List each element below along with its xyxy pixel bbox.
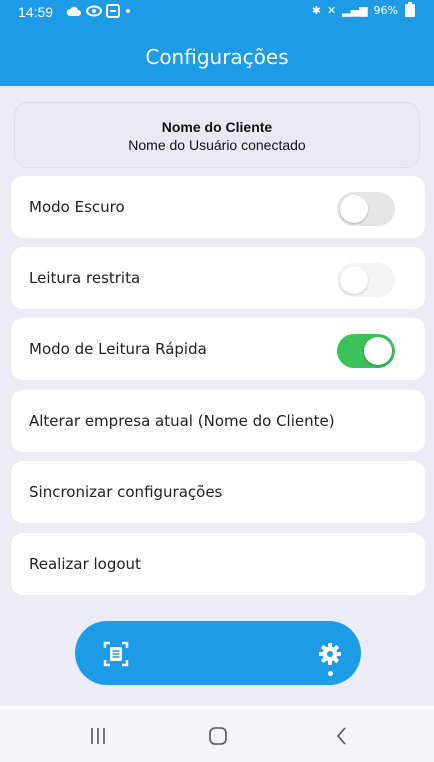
status-bar: 14:59 ✱ ✕ ▂▄▆ 96% xyxy=(0,0,434,28)
toggle-knob xyxy=(340,195,368,223)
cloud-icon xyxy=(66,6,81,16)
signal-icon: ▂▄▆ xyxy=(342,3,368,17)
bottom-nav xyxy=(75,621,361,685)
dark-mode-toggle[interactable] xyxy=(337,192,395,226)
divider xyxy=(0,706,434,709)
status-left-icons xyxy=(66,4,132,18)
scan-document-icon[interactable] xyxy=(103,641,129,667)
header: Configurações xyxy=(0,28,434,86)
recent-apps-icon[interactable] xyxy=(86,724,110,748)
eye-icon xyxy=(86,5,102,17)
active-indicator xyxy=(328,671,333,676)
setting-change-company[interactable]: Alterar empresa atual (Nome do Cliente) xyxy=(11,390,425,452)
toggle-knob xyxy=(364,337,392,365)
setting-dark-mode[interactable]: Modo Escuro xyxy=(11,176,425,238)
setting-label: Sincronizar configurações xyxy=(29,483,223,501)
client-name: Nome do Cliente xyxy=(161,119,273,135)
dot-icon xyxy=(126,9,130,13)
setting-quick-reading[interactable]: Modo de Leitura Rápida xyxy=(11,318,425,380)
bluetooth-icon: ✱ xyxy=(311,3,321,17)
cast-icon xyxy=(106,4,120,18)
battery-icon xyxy=(405,2,415,17)
setting-logout[interactable]: Realizar logout xyxy=(11,533,425,595)
setting-restricted-reading[interactable]: Leitura restrita xyxy=(11,247,425,309)
setting-sync[interactable]: Sincronizar configurações xyxy=(11,461,425,523)
home-icon[interactable] xyxy=(206,724,230,748)
back-icon[interactable] xyxy=(330,724,354,748)
status-time: 14:59 xyxy=(18,4,54,20)
user-name: Nome do Usuário conectado xyxy=(128,137,306,153)
setting-label: Alterar empresa atual (Nome do Cliente) xyxy=(29,412,335,430)
gear-icon[interactable] xyxy=(317,641,343,667)
setting-label: Realizar logout xyxy=(29,555,141,573)
restricted-reading-toggle[interactable] xyxy=(337,263,395,297)
battery-percent: 96% xyxy=(373,3,398,17)
quick-reading-toggle[interactable] xyxy=(337,334,395,368)
toggle-knob xyxy=(340,266,368,294)
system-nav-bar xyxy=(0,706,434,762)
page-title: Configurações xyxy=(145,45,289,69)
mute-icon: ✕ xyxy=(326,3,337,17)
status-right-icons: ✱ ✕ ▂▄▆ 96% xyxy=(312,2,416,18)
client-card: Nome do Cliente Nome do Usuário conectad… xyxy=(14,102,420,168)
